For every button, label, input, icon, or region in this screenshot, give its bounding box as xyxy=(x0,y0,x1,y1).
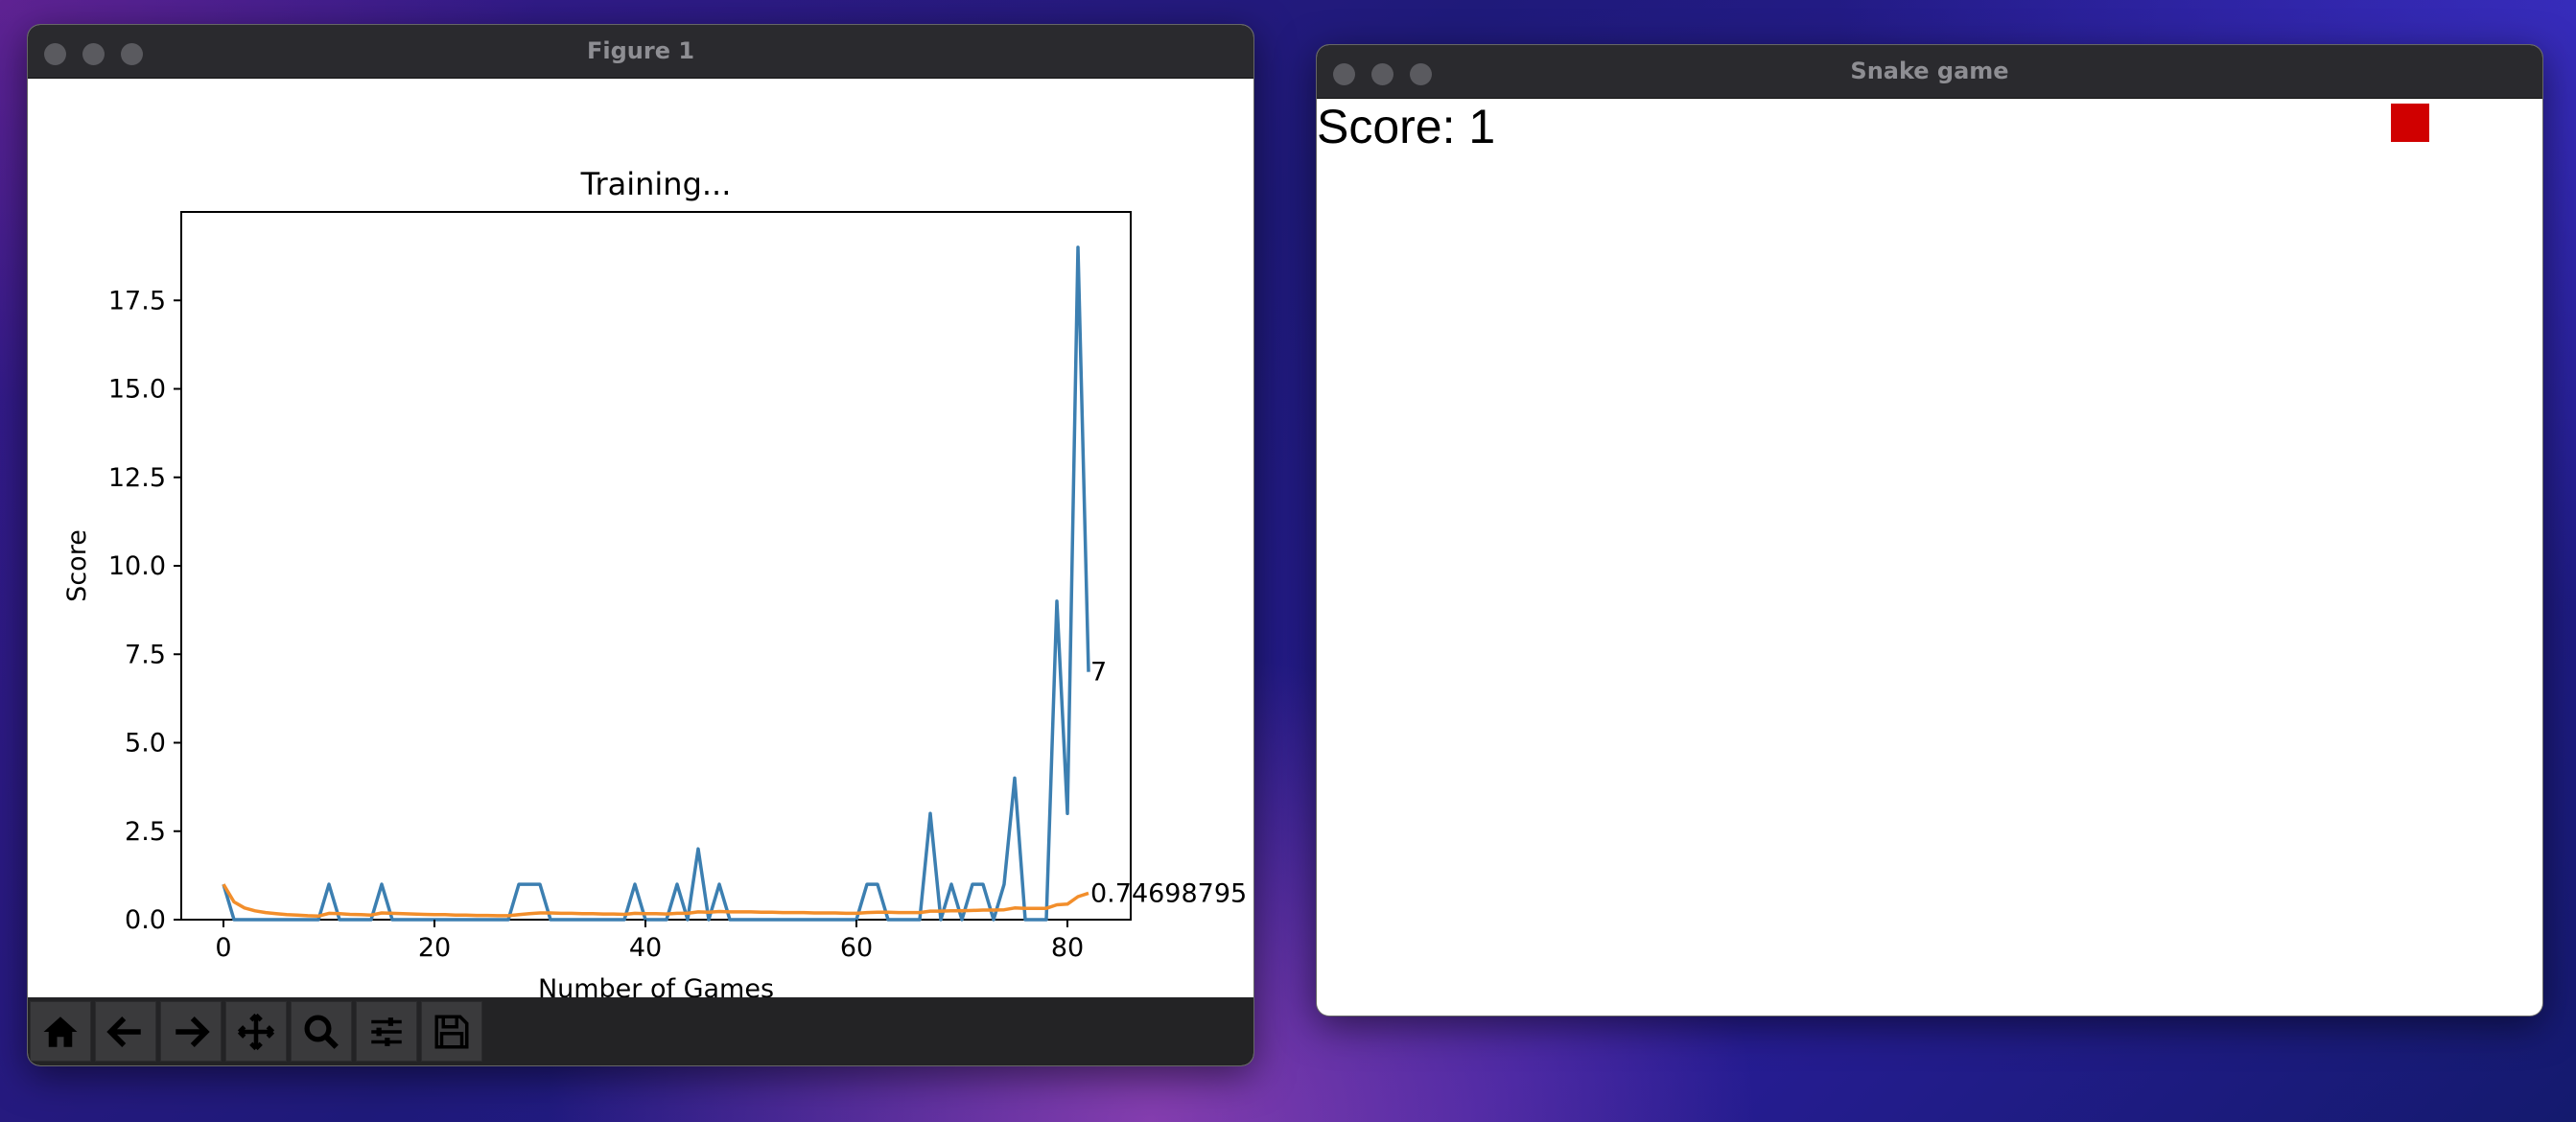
y-tick-label: 2.5 xyxy=(125,817,166,847)
series-end-label-0: 7 xyxy=(1090,658,1107,688)
series-line-1 xyxy=(222,883,1089,919)
home-button[interactable] xyxy=(30,1001,91,1062)
game-canvas[interactable]: Score: 1 xyxy=(1317,99,2542,1016)
configure-subplots-icon xyxy=(371,1017,402,1046)
zoom-icon xyxy=(304,1015,339,1049)
navigation-toolbar xyxy=(28,997,1253,1065)
y-tick-label: 12.5 xyxy=(108,463,166,493)
y-tick-label: 10.0 xyxy=(108,551,166,581)
save-icon xyxy=(434,1015,469,1048)
figure-window: Figure 1 7 0.74698795 0 20 40 60 80 0.0 2.5 5.0 7… xyxy=(27,24,1254,1066)
figure-titlebar[interactable]: Figure 1 xyxy=(28,25,1253,79)
snake-titlebar[interactable]: Snake game xyxy=(1317,45,2542,99)
save-button[interactable] xyxy=(421,1001,482,1062)
score-label: Score: 1 xyxy=(1317,100,1496,153)
window-title: Figure 1 xyxy=(586,37,695,64)
y-tick-label: 0.0 xyxy=(125,905,166,935)
back-button[interactable] xyxy=(95,1001,156,1062)
forward-arrow-icon xyxy=(176,1016,210,1047)
window-title: Snake game xyxy=(1850,58,2009,84)
x-tick-label: 40 xyxy=(629,933,662,963)
y-tick-label: 17.5 xyxy=(108,286,166,316)
forward-button[interactable] xyxy=(160,1001,222,1062)
pan-icon xyxy=(237,1013,275,1050)
y-tick-label: 15.0 xyxy=(108,375,166,405)
y-tick-label: 7.5 xyxy=(125,640,166,669)
x-axis-label: Number of Games xyxy=(538,974,774,997)
chart-title: Training... xyxy=(580,166,732,202)
plot-frame xyxy=(180,211,1132,921)
x-tick-label: 0 xyxy=(215,933,231,963)
x-tick-label: 80 xyxy=(1051,933,1084,963)
y-tick-label: 5.0 xyxy=(125,729,166,759)
zoom-button-tool[interactable] xyxy=(291,1001,352,1062)
pan-button[interactable] xyxy=(225,1001,287,1062)
configure-subplots-button[interactable] xyxy=(356,1001,417,1062)
series-end-label-1: 0.74698795 xyxy=(1090,878,1247,908)
home-icon xyxy=(43,1016,78,1047)
back-arrow-icon xyxy=(106,1016,141,1047)
snake-game-window: Snake game Score: 1 xyxy=(1316,44,2543,1017)
x-tick-label: 20 xyxy=(418,933,451,963)
series-line-0 xyxy=(222,245,1090,922)
x-tick-label: 60 xyxy=(840,933,873,963)
y-axis-label: Score xyxy=(62,529,92,602)
training-chart: 7 0.74698795 0 20 40 60 80 0.0 2.5 5.0 7.5 10.0 12.… xyxy=(62,166,1247,997)
food-block xyxy=(2391,104,2429,142)
